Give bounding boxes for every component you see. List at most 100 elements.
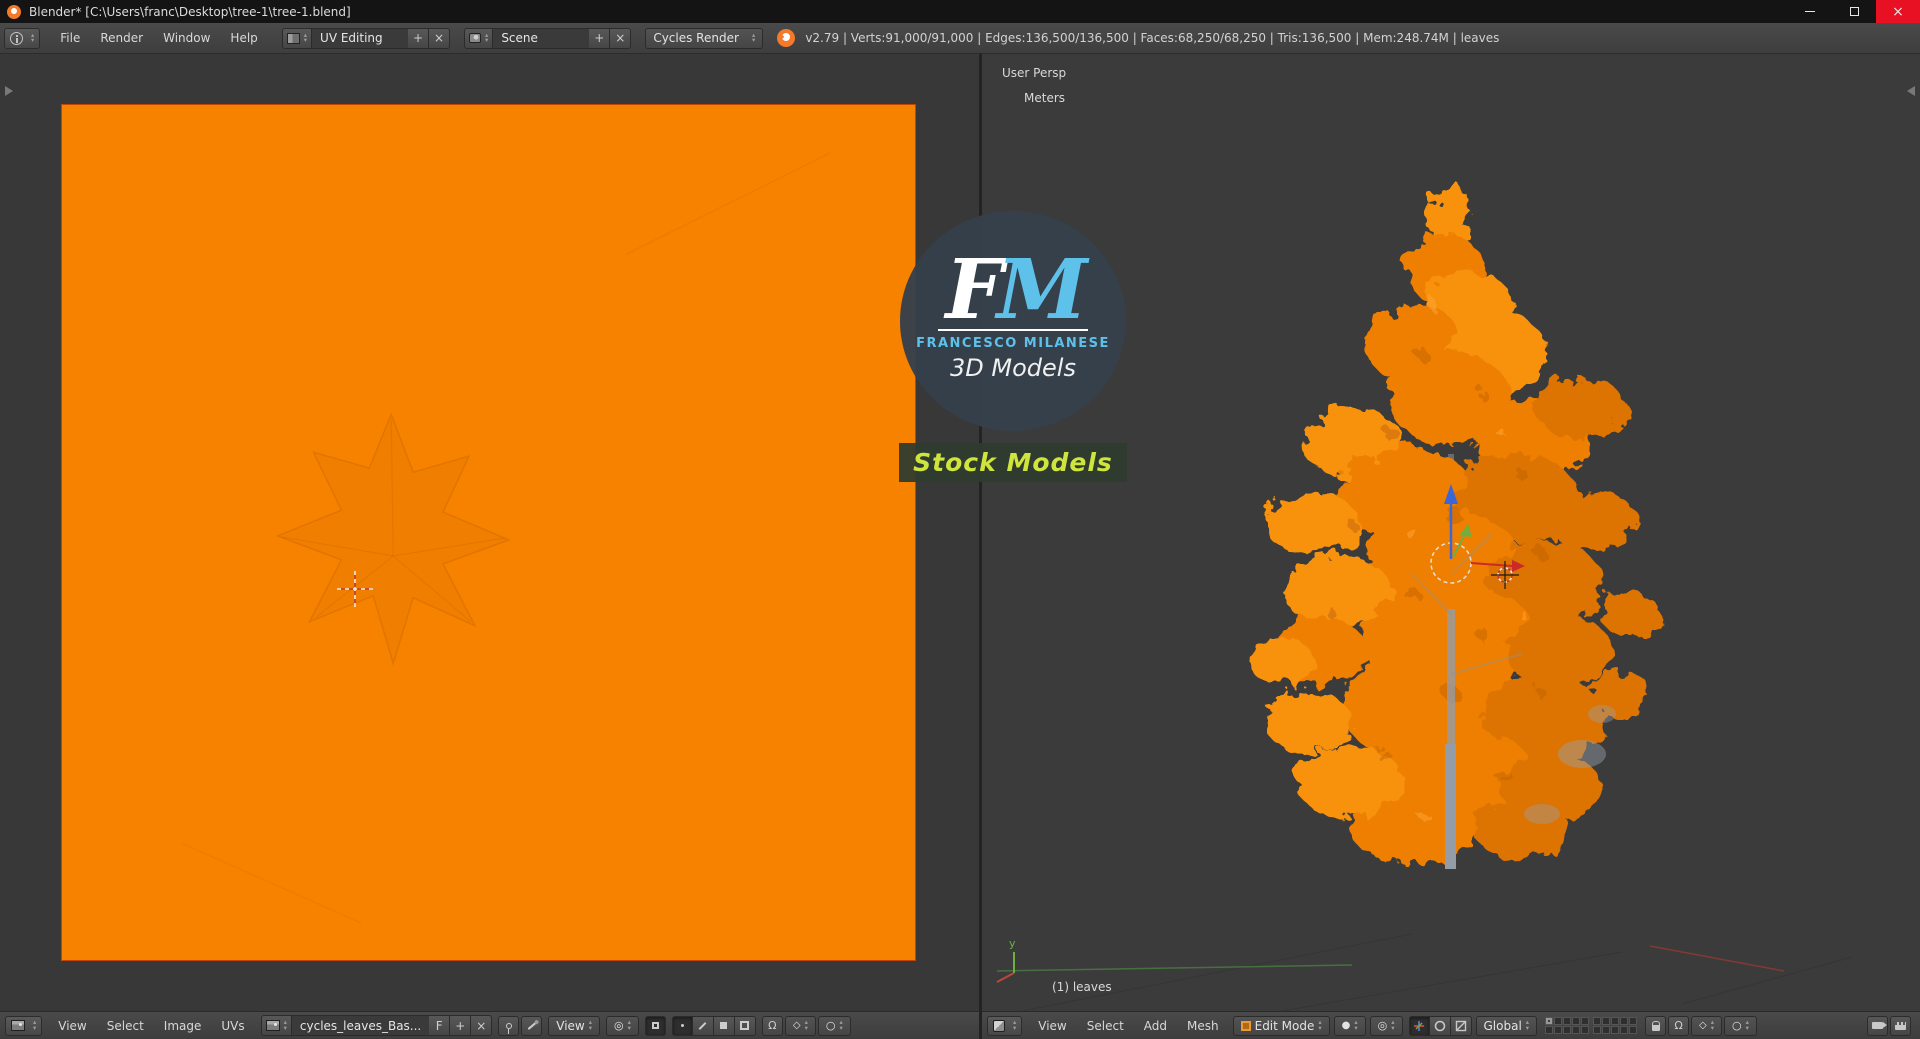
layer-toggle[interactable] — [1593, 1026, 1602, 1034]
layer-toggle[interactable] — [1611, 1026, 1620, 1034]
pin-icon — [505, 1022, 512, 1034]
unlink-image-button[interactable]: × — [471, 1015, 493, 1036]
scene-name-field[interactable]: Scene — [493, 27, 590, 49]
select-mode-edge-button[interactable] — [692, 1015, 714, 1036]
watermark-initials: FM — [945, 241, 1088, 338]
dropdown-arrows-icon: ▴ ▾ — [1354, 1018, 1358, 1032]
layer-toggle[interactable] — [1563, 1026, 1572, 1034]
add-scene-button[interactable]: + — [589, 27, 611, 49]
menu-help[interactable]: Help — [220, 23, 267, 53]
opengl-render-anim-button[interactable] — [1890, 1015, 1911, 1036]
v3d-menu-select[interactable]: Select — [1077, 1012, 1134, 1039]
layout-name-field[interactable]: UV Editing — [312, 27, 409, 49]
select-mode-island-button[interactable] — [734, 1015, 756, 1036]
edit-mode-icon — [1240, 1020, 1251, 1031]
uv-menu-uvs[interactable]: UVs — [211, 1012, 254, 1039]
titlebar: Blender* [C:\Users\franc\Desktop\tree-1\… — [0, 0, 1920, 23]
uv-mode-dropdown[interactable]: View ▴ ▾ — [548, 1015, 600, 1036]
magnet-icon: Ω — [1674, 1019, 1683, 1032]
dropdown-arrows-icon: ▴ ▾ — [1013, 1018, 1017, 1032]
region-expand-arrow[interactable] — [5, 86, 13, 96]
image-name-field[interactable]: cycles_leaves_Bas... — [291, 1015, 430, 1036]
scene-render: y — [996, 181, 1853, 1011]
pivot-point-dropdown[interactable]: ◎ ▴ ▾ — [1369, 1015, 1403, 1036]
layer-toggle[interactable] — [1563, 1017, 1572, 1025]
layer-toggle[interactable] — [1620, 1026, 1629, 1034]
layer-toggle[interactable] — [1602, 1026, 1611, 1034]
info-editor-type-button[interactable]: ▴ ▾ — [4, 27, 41, 49]
uv-image-editor: ▴ ▾ View Select Image UVs ▴ ▾ cycles_leave… — [0, 54, 979, 1039]
delete-layout-button[interactable]: × — [429, 27, 451, 49]
v3d-menu-add[interactable]: Add — [1134, 1012, 1177, 1039]
transform-orientation-dropdown[interactable]: Global ▴ ▾ — [1475, 1015, 1538, 1036]
scale-manipulator-button[interactable] — [1450, 1015, 1472, 1036]
new-image-button[interactable]: + — [450, 1015, 472, 1036]
dropdown-arrows-icon: ▴ ▾ — [283, 1018, 287, 1032]
viewport-shading-dropdown[interactable]: ● ▴ ▾ — [1333, 1015, 1366, 1036]
layer-toggle[interactable] — [1593, 1017, 1602, 1025]
uv-canvas[interactable] — [0, 54, 979, 1011]
snap-element-dropdown[interactable]: ◇ ▴ ▾ — [1691, 1015, 1723, 1036]
leaves-texture-image[interactable] — [61, 104, 916, 961]
uv-menu-image[interactable]: Image — [154, 1012, 212, 1039]
uv-sync-select-button[interactable] — [644, 1015, 666, 1036]
select-mode-face-button[interactable] — [713, 1015, 735, 1036]
fake-user-button[interactable]: F — [429, 1015, 451, 1036]
opengl-render-image-button[interactable] — [1867, 1015, 1888, 1036]
layer-toggle[interactable] — [1572, 1017, 1581, 1025]
uv-2d-cursor[interactable] — [337, 571, 373, 607]
viewport-3d: y User Persp Meters (1) leaves ▴ ▾ View S… — [982, 54, 1920, 1039]
pin-image-button[interactable] — [498, 1015, 520, 1036]
layer-toggle[interactable] — [1611, 1017, 1620, 1025]
rotate-icon — [1434, 1020, 1445, 1031]
render-engine-dropdown[interactable]: Cycles Render ▴ ▾ — [645, 27, 764, 49]
layer-toggle[interactable] — [1545, 1026, 1554, 1034]
snap-button[interactable]: Ω — [1668, 1015, 1690, 1036]
add-layout-button[interactable]: + — [408, 27, 430, 49]
uv-menu-select[interactable]: Select — [97, 1012, 154, 1039]
uv-menu-view[interactable]: View — [48, 1012, 96, 1039]
dropdown-arrows-icon: ▴ ▾ — [1318, 1018, 1322, 1032]
browse-layout-button[interactable]: ▴ ▾ — [281, 27, 313, 49]
layer-toggle[interactable] — [1545, 1017, 1554, 1025]
layer-toggle[interactable] — [1581, 1026, 1590, 1034]
menu-render[interactable]: Render — [90, 23, 153, 53]
snap-target-dropdown[interactable]: ◇ ▴ ▾ — [784, 1015, 816, 1036]
layer-toggle[interactable] — [1554, 1017, 1563, 1025]
close-button[interactable]: × — [1876, 0, 1920, 23]
editor-type-button[interactable]: ▴ ▾ — [987, 1015, 1023, 1036]
scene-selector: ▴ ▾ Scene + × — [464, 27, 632, 49]
menu-file[interactable]: File — [50, 23, 90, 53]
menu-window[interactable]: Window — [153, 23, 220, 53]
browse-image-button[interactable]: ▴ ▾ — [260, 1015, 292, 1036]
layer-toggle[interactable] — [1620, 1017, 1629, 1025]
brush-icon — [527, 1021, 537, 1030]
layer-toggle[interactable] — [1554, 1026, 1563, 1034]
mode-dropdown[interactable]: Edit Mode ▴ ▾ — [1232, 1015, 1330, 1036]
editor-type-button[interactable]: ▴ ▾ — [5, 1015, 43, 1036]
uv-pivot-dropdown[interactable]: ◎ ▴ ▾ — [606, 1015, 639, 1036]
translate-icon — [1414, 1020, 1424, 1031]
delete-scene-button[interactable]: × — [610, 27, 632, 49]
snap-button[interactable]: Ω — [761, 1015, 783, 1036]
layer-toggle[interactable] — [1629, 1017, 1638, 1025]
v3d-menu-mesh[interactable]: Mesh — [1177, 1012, 1229, 1039]
scene-icon — [469, 33, 482, 43]
select-mode-vertex-button[interactable] — [671, 1015, 693, 1036]
viewport-canvas[interactable]: y User Persp Meters (1) leaves — [982, 54, 1920, 1011]
browse-scene-button[interactable]: ▴ ▾ — [464, 27, 494, 49]
layer-toggle[interactable] — [1581, 1017, 1590, 1025]
minimize-button[interactable] — [1788, 0, 1832, 23]
layer-toggle[interactable] — [1572, 1026, 1581, 1034]
image-paint-button[interactable] — [521, 1015, 543, 1036]
layer-toggle[interactable] — [1602, 1017, 1611, 1025]
proportional-edit-dropdown[interactable]: ○ ▴ ▾ — [1724, 1015, 1757, 1036]
layers-widget — [1545, 1017, 1638, 1034]
layer-toggle[interactable] — [1629, 1026, 1638, 1034]
v3d-menu-view[interactable]: View — [1028, 1012, 1076, 1039]
rotate-manipulator-button[interactable] — [1429, 1015, 1451, 1036]
translate-manipulator-button[interactable] — [1408, 1015, 1430, 1036]
lock-to-scene-button[interactable] — [1645, 1015, 1667, 1036]
maximize-button[interactable] — [1832, 0, 1876, 23]
proportional-edit-dropdown[interactable]: ○ ▴ ▾ — [817, 1015, 851, 1036]
